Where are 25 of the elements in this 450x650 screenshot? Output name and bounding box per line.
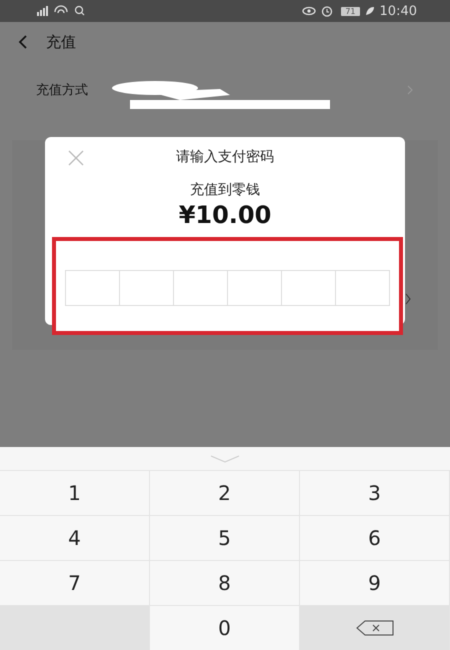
digit-key[interactable]: 7: [0, 561, 150, 606]
close-icon[interactable]: [67, 149, 85, 167]
page-title: 充值: [46, 32, 76, 52]
status-time: 10:40: [380, 4, 417, 18]
collapse-chevron-icon[interactable]: [210, 454, 240, 462]
digit-key[interactable]: 6: [300, 516, 450, 561]
digit-key[interactable]: 9: [300, 561, 450, 606]
chevron-icon: [406, 85, 414, 95]
password-field[interactable]: [65, 270, 390, 306]
chevron-icon: [404, 293, 412, 305]
battery-level: 71: [341, 6, 360, 16]
digit-key[interactable]: 4: [0, 516, 150, 561]
digit-key[interactable]: 3: [300, 471, 450, 516]
method-label: 充值方式: [36, 82, 88, 99]
leaf-icon: [364, 6, 375, 16]
delete-key[interactable]: [300, 606, 450, 650]
backspace-icon: [354, 620, 394, 636]
digit-key[interactable]: 5: [150, 516, 300, 561]
amount-text: ¥10.00: [178, 201, 272, 229]
digit-key[interactable]: 2: [150, 471, 300, 516]
dialog-subtitle: 充值到零钱: [190, 181, 260, 199]
payment-method-row[interactable]: 充值方式: [0, 62, 450, 118]
digit-key[interactable]: 1: [0, 471, 150, 516]
digit-key[interactable]: 8: [150, 561, 300, 606]
dialog-title: 请输入支付密码: [176, 148, 274, 166]
